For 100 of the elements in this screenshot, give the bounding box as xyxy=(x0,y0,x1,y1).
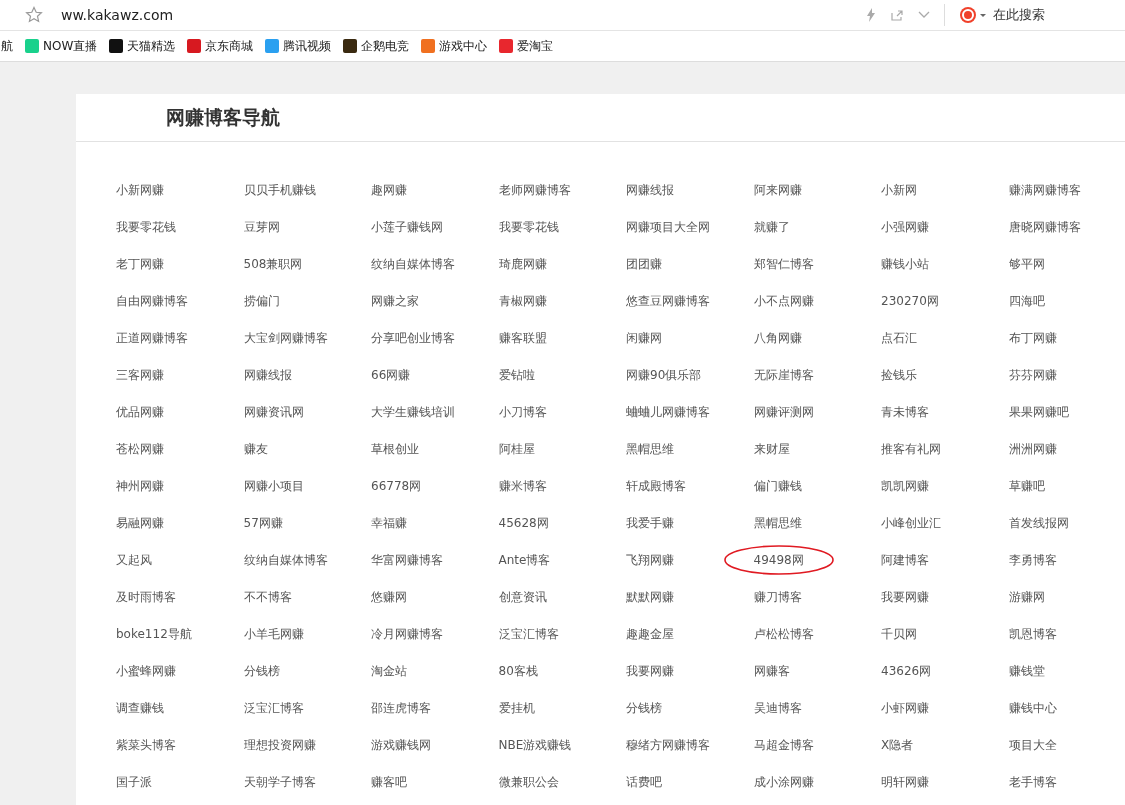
site-link[interactable]: 我爱手赚 xyxy=(626,515,674,532)
site-link[interactable]: 豆芽网 xyxy=(243,219,280,236)
site-link[interactable]: 小蜜蜂网赚 xyxy=(116,663,176,680)
site-link[interactable]: 老师网赚博客 xyxy=(498,182,571,199)
site-link[interactable]: 点石汇 xyxy=(881,330,917,347)
site-link[interactable]: 我要网赚 xyxy=(626,663,674,680)
site-link[interactable]: 网赚线报 xyxy=(626,182,674,199)
site-link[interactable]: 苍松网赚 xyxy=(116,441,164,458)
site-link[interactable]: 小虾网赚 xyxy=(881,700,929,717)
site-link[interactable]: Ante博客 xyxy=(498,552,551,569)
site-link[interactable]: 爱挂机 xyxy=(498,700,535,717)
bookmark-link[interactable]: 游戏中心 xyxy=(421,37,488,55)
site-link[interactable]: 网赚资讯网 xyxy=(243,404,304,421)
bookmark-link[interactable]: 京东商城 xyxy=(187,37,254,55)
share-icon[interactable] xyxy=(890,8,904,22)
site-link[interactable]: 66网赚 xyxy=(371,367,411,384)
site-link[interactable]: 黑帽思维 xyxy=(753,515,802,532)
site-link[interactable]: 网赚线报 xyxy=(243,367,292,384)
bookmark-link[interactable]: 爱淘宝 xyxy=(499,37,554,55)
site-link[interactable]: 80客栈 xyxy=(498,663,538,680)
site-link[interactable]: 小刀博客 xyxy=(498,404,547,421)
site-link[interactable]: 贝贝手机赚钱 xyxy=(243,182,316,199)
site-link[interactable]: 就赚了 xyxy=(753,219,790,236)
site-link[interactable]: 大宝剑网赚博客 xyxy=(243,330,328,347)
bookmark-link[interactable]: 腾讯视频 xyxy=(265,37,332,55)
site-link[interactable]: 悠赚网 xyxy=(371,589,407,606)
site-link[interactable]: 唐晓网赚博客 xyxy=(1008,219,1081,236)
site-link[interactable]: 调查赚钱 xyxy=(116,700,164,717)
site-link[interactable]: 赚客吧 xyxy=(371,774,407,791)
site-link[interactable]: 郑智仁博客 xyxy=(753,256,814,273)
site-link[interactable]: 创意资讯 xyxy=(498,589,547,606)
site-link[interactable]: 凯恩博客 xyxy=(1008,626,1057,643)
site-link[interactable]: 草根创业 xyxy=(371,441,419,458)
lightning-icon[interactable] xyxy=(866,8,876,22)
bookmark-link[interactable]: NOW直播 xyxy=(25,37,98,55)
address-url[interactable]: ww.kakawz.com xyxy=(61,7,174,23)
site-link[interactable]: 理想投资网赚 xyxy=(243,737,316,754)
chevron-icon[interactable] xyxy=(918,11,930,19)
site-link[interactable]: 华富网赚博客 xyxy=(371,552,443,569)
site-link[interactable]: 网赚客 xyxy=(753,663,790,680)
site-link[interactable]: 邵连虎博客 xyxy=(371,700,431,717)
site-link[interactable]: 赚钱中心 xyxy=(1008,700,1057,717)
site-link[interactable]: 网赚评测网 xyxy=(753,404,814,421)
site-link[interactable]: 布丁网赚 xyxy=(1008,330,1057,347)
site-link[interactable]: 吴迪博客 xyxy=(753,700,802,717)
site-link[interactable]: 游赚网 xyxy=(1008,589,1045,606)
site-link[interactable]: 无际崖博客 xyxy=(753,367,814,384)
site-link[interactable]: 小强网赚 xyxy=(881,219,929,236)
site-link[interactable]: 不不博客 xyxy=(243,589,292,606)
site-link[interactable]: 穆绪方网赚博客 xyxy=(626,737,710,754)
site-link[interactable]: 阿建博客 xyxy=(881,552,929,569)
site-link[interactable]: 小莲子赚钱网 xyxy=(371,219,443,236)
site-link[interactable]: 捡钱乐 xyxy=(881,367,917,384)
site-link[interactable]: 成小涂网赚 xyxy=(753,774,814,791)
site-link[interactable]: 分钱榜 xyxy=(243,663,280,680)
site-link[interactable]: 李勇博客 xyxy=(1008,552,1057,569)
site-link[interactable]: 老丁网赚 xyxy=(116,256,164,273)
site-link[interactable]: 易融网赚 xyxy=(116,515,164,532)
site-link[interactable]: 分钱榜 xyxy=(626,700,662,717)
search-engine-icon[interactable] xyxy=(959,6,987,24)
site-link[interactable]: 凯凯网赚 xyxy=(881,478,929,495)
site-link[interactable]: 45628网 xyxy=(498,515,549,532)
site-link[interactable]: boke112导航 xyxy=(116,626,192,643)
site-link[interactable]: 果果网赚吧 xyxy=(1008,404,1069,421)
site-link[interactable]: 洲洲网赚 xyxy=(1008,441,1057,458)
site-link[interactable]: 分享吧创业博客 xyxy=(371,330,455,347)
site-link[interactable]: NBE游戏赚钱 xyxy=(498,737,572,754)
site-link[interactable]: 及时雨博客 xyxy=(116,589,176,606)
site-link[interactable]: 神州网赚 xyxy=(116,478,164,495)
bookmark-link[interactable]: 航 xyxy=(1,37,13,55)
site-link[interactable]: 趣网赚 xyxy=(371,182,407,199)
site-link[interactable]: 国子派 xyxy=(116,774,152,791)
site-link[interactable]: 千贝网 xyxy=(881,626,917,643)
site-link[interactable]: 阿桂屋 xyxy=(498,441,535,458)
search-field[interactable]: 在此搜索 xyxy=(993,6,1045,24)
site-link[interactable]: 赚米博客 xyxy=(498,478,547,495)
site-link[interactable]: 小新网赚 xyxy=(116,182,164,199)
site-link[interactable]: 赚客联盟 xyxy=(498,330,547,347)
site-link[interactable]: 赚刀博客 xyxy=(753,589,802,606)
site-link[interactable]: 草赚吧 xyxy=(1008,478,1045,495)
site-link[interactable]: 三客网赚 xyxy=(116,367,164,384)
site-link[interactable]: 我要零花钱 xyxy=(116,219,176,236)
site-link[interactable]: 首发线报网 xyxy=(1008,515,1069,532)
site-link[interactable]: 我要零花钱 xyxy=(498,219,559,236)
site-link[interactable]: 阿来网赚 xyxy=(753,182,802,199)
site-link[interactable]: 悠查豆网赚博客 xyxy=(626,293,710,310)
site-link[interactable]: 泛宝汇博客 xyxy=(243,700,304,717)
site-link[interactable]: 小峰创业汇 xyxy=(881,515,941,532)
site-link[interactable]: 紫菜头博客 xyxy=(116,737,176,754)
site-link[interactable]: 青椒网赚 xyxy=(498,293,547,310)
site-link[interactable]: 马超金博客 xyxy=(753,737,814,754)
site-link[interactable]: 蛐蛐儿网赚博客 xyxy=(626,404,710,421)
site-link[interactable]: 趣趣金屋 xyxy=(626,626,674,643)
site-link[interactable]: 自由网赚博客 xyxy=(116,293,188,310)
site-link[interactable]: 够平网 xyxy=(1008,256,1045,273)
site-link[interactable]: 四海吧 xyxy=(1008,293,1045,310)
site-link[interactable]: 天朝学子博客 xyxy=(243,774,316,791)
site-link[interactable]: 微兼职公会 xyxy=(498,774,559,791)
site-link[interactable]: 闲赚网 xyxy=(626,330,662,347)
site-link[interactable]: 网赚项目大全网 xyxy=(626,219,710,236)
